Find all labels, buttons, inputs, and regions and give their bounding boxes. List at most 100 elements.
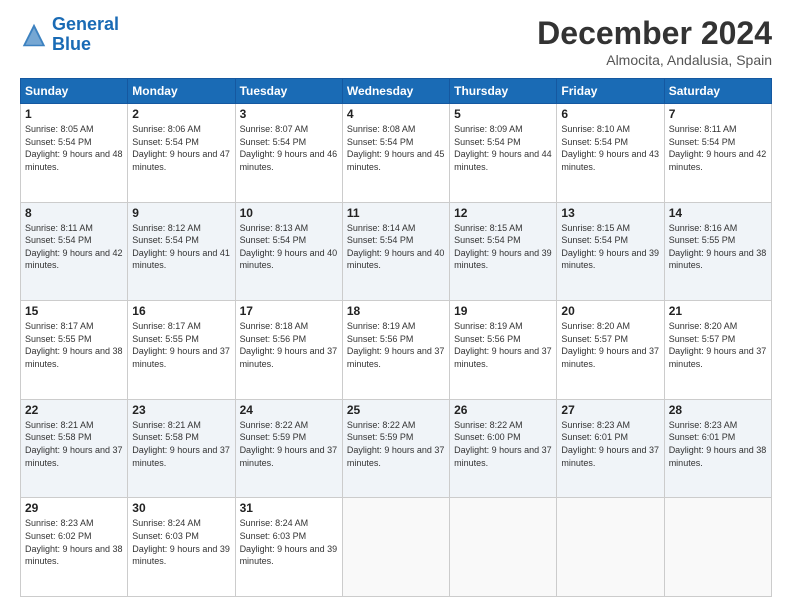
calendar-day-cell: 26Sunrise: 8:22 AM Sunset: 6:00 PM Dayli… bbox=[450, 399, 557, 498]
calendar-table: SundayMondayTuesdayWednesdayThursdayFrid… bbox=[20, 78, 772, 597]
day-number: 14 bbox=[669, 206, 767, 220]
title-block: December 2024 Almocita, Andalusia, Spain bbox=[537, 15, 772, 68]
day-header-friday: Friday bbox=[557, 79, 664, 104]
calendar-week-row: 22Sunrise: 8:21 AM Sunset: 5:58 PM Dayli… bbox=[21, 399, 772, 498]
day-header-monday: Monday bbox=[128, 79, 235, 104]
day-info: Sunrise: 8:23 AM Sunset: 6:02 PM Dayligh… bbox=[25, 517, 123, 567]
day-number: 6 bbox=[561, 107, 659, 121]
calendar-header-row: SundayMondayTuesdayWednesdayThursdayFrid… bbox=[21, 79, 772, 104]
day-info: Sunrise: 8:15 AM Sunset: 5:54 PM Dayligh… bbox=[561, 222, 659, 272]
calendar-day-cell: 30 Sunrise: 8:24 AM Sunset: 6:03 PM Dayli… bbox=[128, 498, 235, 597]
calendar-day-cell: 14 Sunrise: 8:16 AM Sunset: 5:55 PM Dayli… bbox=[664, 202, 771, 301]
calendar-day-cell: 24 Sunrise: 8:22 AM Sunset: 5:59 PM Dayli… bbox=[235, 399, 342, 498]
day-info: Sunrise: 8:24 AM Sunset: 6:03 PM Dayligh… bbox=[132, 517, 230, 567]
day-number: 7 bbox=[669, 107, 767, 121]
calendar-day-cell: 8 Sunrise: 8:11 AM Sunset: 5:54 PM Daylig… bbox=[21, 202, 128, 301]
day-info: Sunrise: 8:16 AM Sunset: 5:55 PM Dayligh… bbox=[669, 222, 767, 272]
day-number: 29 bbox=[25, 501, 123, 515]
logo-text: General Blue bbox=[52, 15, 119, 55]
calendar-day-cell: 17Sunrise: 8:18 AM Sunset: 5:56 PM Dayli… bbox=[235, 301, 342, 400]
day-info: Sunrise: 8:20 AM Sunset: 5:57 PM Dayligh… bbox=[669, 320, 767, 370]
calendar-day-cell: 31Sunrise: 8:24 AM Sunset: 6:03 PM Dayli… bbox=[235, 498, 342, 597]
day-number: 1 bbox=[25, 107, 123, 121]
day-number: 9 bbox=[132, 206, 230, 220]
day-info: Sunrise: 8:13 AM Sunset: 5:54 PM Dayligh… bbox=[240, 222, 338, 272]
day-number: 31 bbox=[240, 501, 338, 515]
day-header-thursday: Thursday bbox=[450, 79, 557, 104]
logo-blue: Blue bbox=[52, 34, 91, 54]
day-info: Sunrise: 8:07 AM Sunset: 5:54 PM Dayligh… bbox=[240, 123, 338, 173]
logo-general: General bbox=[52, 14, 119, 34]
day-number: 17 bbox=[240, 304, 338, 318]
day-info: Sunrise: 8:11 AM Sunset: 5:54 PM Dayligh… bbox=[669, 123, 767, 173]
calendar-day-cell: 13 Sunrise: 8:15 AM Sunset: 5:54 PM Dayli… bbox=[557, 202, 664, 301]
day-number: 25 bbox=[347, 403, 445, 417]
calendar-day-cell: 19Sunrise: 8:19 AM Sunset: 5:56 PM Dayli… bbox=[450, 301, 557, 400]
calendar-day-cell: 16 Sunrise: 8:17 AM Sunset: 5:55 PM Dayli… bbox=[128, 301, 235, 400]
day-info: Sunrise: 8:12 AM Sunset: 5:54 PM Dayligh… bbox=[132, 222, 230, 272]
calendar-day-cell: 12 Sunrise: 8:15 AM Sunset: 5:54 PM Dayli… bbox=[450, 202, 557, 301]
calendar-day-cell: 9 Sunrise: 8:12 AM Sunset: 5:54 PM Daylig… bbox=[128, 202, 235, 301]
header: General Blue December 2024 Almocita, And… bbox=[20, 15, 772, 68]
day-number: 21 bbox=[669, 304, 767, 318]
calendar-week-row: 15 Sunrise: 8:17 AM Sunset: 5:55 PM Dayli… bbox=[21, 301, 772, 400]
calendar-day-cell bbox=[450, 498, 557, 597]
day-number: 22 bbox=[25, 403, 123, 417]
day-number: 8 bbox=[25, 206, 123, 220]
day-number: 27 bbox=[561, 403, 659, 417]
day-number: 3 bbox=[240, 107, 338, 121]
day-header-wednesday: Wednesday bbox=[342, 79, 449, 104]
page: General Blue December 2024 Almocita, And… bbox=[0, 0, 792, 612]
calendar-day-cell: 2Sunrise: 8:06 AM Sunset: 5:54 PM Daylig… bbox=[128, 104, 235, 203]
day-info: Sunrise: 8:15 AM Sunset: 5:54 PM Dayligh… bbox=[454, 222, 552, 272]
day-number: 30 bbox=[132, 501, 230, 515]
logo-icon bbox=[20, 21, 48, 49]
day-header-tuesday: Tuesday bbox=[235, 79, 342, 104]
day-info: Sunrise: 8:19 AM Sunset: 5:56 PM Dayligh… bbox=[347, 320, 445, 370]
day-number: 28 bbox=[669, 403, 767, 417]
day-number: 10 bbox=[240, 206, 338, 220]
calendar-day-cell: 7 Sunrise: 8:11 AM Sunset: 5:54 PM Daylig… bbox=[664, 104, 771, 203]
day-info: Sunrise: 8:05 AM Sunset: 5:54 PM Dayligh… bbox=[25, 123, 123, 173]
day-info: Sunrise: 8:11 AM Sunset: 5:54 PM Dayligh… bbox=[25, 222, 123, 272]
location: Almocita, Andalusia, Spain bbox=[537, 52, 772, 68]
day-number: 5 bbox=[454, 107, 552, 121]
calendar-day-cell: 3 Sunrise: 8:07 AM Sunset: 5:54 PM Daylig… bbox=[235, 104, 342, 203]
calendar-day-cell: 11Sunrise: 8:14 AM Sunset: 5:54 PM Dayli… bbox=[342, 202, 449, 301]
calendar-day-cell: 5 Sunrise: 8:09 AM Sunset: 5:54 PM Daylig… bbox=[450, 104, 557, 203]
calendar-day-cell bbox=[664, 498, 771, 597]
calendar-day-cell: 20Sunrise: 8:20 AM Sunset: 5:57 PM Dayli… bbox=[557, 301, 664, 400]
calendar-day-cell: 10 Sunrise: 8:13 AM Sunset: 5:54 PM Dayli… bbox=[235, 202, 342, 301]
day-number: 23 bbox=[132, 403, 230, 417]
day-info: Sunrise: 8:22 AM Sunset: 5:59 PM Dayligh… bbox=[347, 419, 445, 469]
calendar-day-cell: 18 Sunrise: 8:19 AM Sunset: 5:56 PM Dayli… bbox=[342, 301, 449, 400]
day-number: 12 bbox=[454, 206, 552, 220]
day-info: Sunrise: 8:10 AM Sunset: 5:54 PM Dayligh… bbox=[561, 123, 659, 173]
day-header-sunday: Sunday bbox=[21, 79, 128, 104]
calendar-week-row: 1 Sunrise: 8:05 AM Sunset: 5:54 PM Daylig… bbox=[21, 104, 772, 203]
day-number: 20 bbox=[561, 304, 659, 318]
day-info: Sunrise: 8:22 AM Sunset: 5:59 PM Dayligh… bbox=[240, 419, 338, 469]
day-number: 24 bbox=[240, 403, 338, 417]
day-info: Sunrise: 8:22 AM Sunset: 6:00 PM Dayligh… bbox=[454, 419, 552, 469]
day-number: 15 bbox=[25, 304, 123, 318]
day-number: 18 bbox=[347, 304, 445, 318]
calendar-day-cell bbox=[557, 498, 664, 597]
day-info: Sunrise: 8:23 AM Sunset: 6:01 PM Dayligh… bbox=[669, 419, 767, 469]
calendar-day-cell: 29 Sunrise: 8:23 AM Sunset: 6:02 PM Dayli… bbox=[21, 498, 128, 597]
day-info: Sunrise: 8:23 AM Sunset: 6:01 PM Dayligh… bbox=[561, 419, 659, 469]
calendar-week-row: 29 Sunrise: 8:23 AM Sunset: 6:02 PM Dayli… bbox=[21, 498, 772, 597]
day-number: 16 bbox=[132, 304, 230, 318]
day-number: 4 bbox=[347, 107, 445, 121]
day-number: 11 bbox=[347, 206, 445, 220]
day-header-saturday: Saturday bbox=[664, 79, 771, 104]
day-info: Sunrise: 8:09 AM Sunset: 5:54 PM Dayligh… bbox=[454, 123, 552, 173]
calendar-day-cell: 22Sunrise: 8:21 AM Sunset: 5:58 PM Dayli… bbox=[21, 399, 128, 498]
day-number: 13 bbox=[561, 206, 659, 220]
calendar-week-row: 8 Sunrise: 8:11 AM Sunset: 5:54 PM Daylig… bbox=[21, 202, 772, 301]
day-number: 19 bbox=[454, 304, 552, 318]
day-number: 2 bbox=[132, 107, 230, 121]
day-info: Sunrise: 8:17 AM Sunset: 5:55 PM Dayligh… bbox=[132, 320, 230, 370]
calendar-day-cell: 4 Sunrise: 8:08 AM Sunset: 5:54 PM Daylig… bbox=[342, 104, 449, 203]
day-info: Sunrise: 8:08 AM Sunset: 5:54 PM Dayligh… bbox=[347, 123, 445, 173]
